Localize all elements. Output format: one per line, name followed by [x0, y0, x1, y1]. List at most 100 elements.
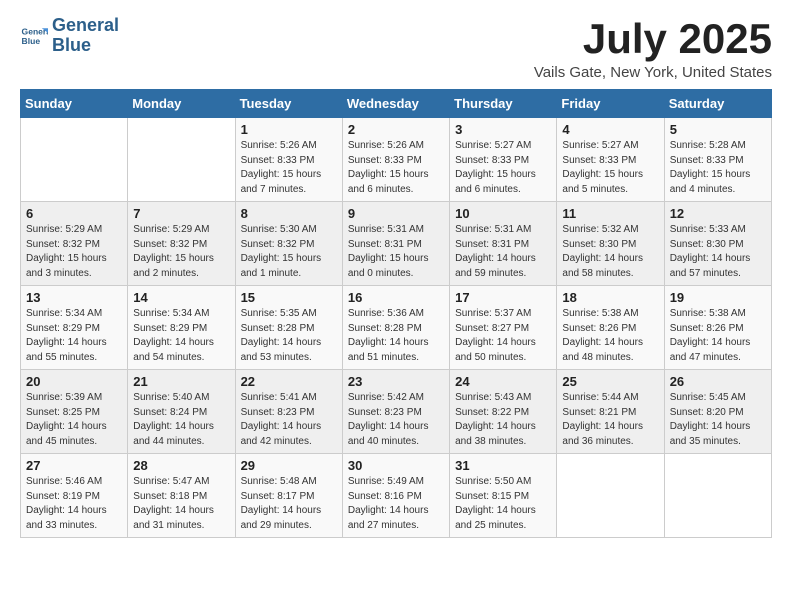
header-day-tuesday: Tuesday: [235, 90, 342, 118]
day-number: 20: [26, 374, 122, 389]
calendar-body: 1 Sunrise: 5:26 AM Sunset: 8:33 PM Daylig…: [21, 118, 772, 538]
day-info: Sunrise: 5:29 AM Sunset: 8:32 PM Dayligh…: [26, 223, 122, 281]
calendar-cell: 14 Sunrise: 5:34 AM Sunset: 8:29 PM Dayli…: [128, 286, 235, 370]
day-info: Sunrise: 5:27 AM Sunset: 8:33 PM Dayligh…: [562, 139, 658, 197]
header-day-sunday: Sunday: [21, 90, 128, 118]
day-info: Sunrise: 5:28 AM Sunset: 8:33 PM Dayligh…: [670, 139, 766, 197]
calendar-cell: 29 Sunrise: 5:48 AM Sunset: 8:17 PM Dayli…: [235, 454, 342, 538]
calendar-cell: 11 Sunrise: 5:32 AM Sunset: 8:30 PM Dayli…: [557, 202, 664, 286]
day-info: Sunrise: 5:42 AM Sunset: 8:23 PM Dayligh…: [348, 391, 444, 449]
calendar-table: SundayMondayTuesdayWednesdayThursdayFrid…: [20, 89, 772, 538]
page-header: General Blue General Blue July 2025 Vail…: [20, 16, 772, 81]
day-number: 10: [455, 206, 551, 221]
day-number: 21: [133, 374, 229, 389]
week-row-4: 20 Sunrise: 5:39 AM Sunset: 8:25 PM Dayli…: [21, 370, 772, 454]
location-text: Vails Gate, New York, United States: [534, 64, 772, 81]
day-number: 24: [455, 374, 551, 389]
day-number: 14: [133, 290, 229, 305]
day-info: Sunrise: 5:30 AM Sunset: 8:32 PM Dayligh…: [241, 223, 337, 281]
calendar-cell: 13Sunrise: 5:34 AM Sunset: 8:29 PM Dayli…: [21, 286, 128, 370]
day-number: 6: [26, 206, 122, 221]
day-number: 29: [241, 458, 337, 473]
calendar-cell: 2 Sunrise: 5:26 AM Sunset: 8:33 PM Daylig…: [342, 118, 449, 202]
calendar-cell: 31 Sunrise: 5:50 AM Sunset: 8:15 PM Dayli…: [450, 454, 557, 538]
header-day-monday: Monday: [128, 90, 235, 118]
calendar-cell: 4 Sunrise: 5:27 AM Sunset: 8:33 PM Daylig…: [557, 118, 664, 202]
day-info: Sunrise: 5:45 AM Sunset: 8:20 PM Dayligh…: [670, 391, 766, 449]
week-row-3: 13 Sunrise: 5:34 AM Sunset: 8:29 PM Dayli…: [21, 286, 772, 370]
title-block: July 2025 Vails Gate, New York, United S…: [534, 16, 772, 81]
calendar-cell: 26 Sunrise: 5:45 AM Sunset: 8:20 PM Dayli…: [664, 370, 771, 454]
day-number: 17: [455, 290, 551, 305]
day-number: 11: [562, 206, 658, 221]
calendar-cell: 18Sunrise: 5:38 AM Sunset: 8:26 PM Dayli…: [557, 286, 664, 370]
day-info: Sunrise: 5:26 AM Sunset: 8:33 PM Dayligh…: [241, 139, 337, 197]
day-number: 31: [455, 458, 551, 473]
day-info: Sunrise: 5:47 AM Sunset: 8:18 PM Dayligh…: [133, 475, 229, 533]
day-info: Sunrise: 5:31 AM Sunset: 8:31 PM Dayligh…: [348, 223, 444, 281]
calendar-cell: 16 Sunrise: 5:36 AM Sunset: 8:28 PM Dayli…: [342, 286, 449, 370]
week-row-5: 27 Sunrise: 5:46 AM Sunset: 8:19 PM Dayli…: [21, 454, 772, 538]
week-row-1: 1 Sunrise: 5:26 AM Sunset: 8:33 PM Daylig…: [21, 118, 772, 202]
day-info: Sunrise: 5:35 AM Sunset: 8:28 PM Dayligh…: [241, 307, 337, 365]
day-info: Sunrise: 5:26 AM Sunset: 8:33 PM Dayligh…: [348, 139, 444, 197]
day-number: 5: [670, 122, 766, 137]
svg-text:Blue: Blue: [22, 36, 41, 46]
calendar-cell: [664, 454, 771, 538]
svg-text:General: General: [22, 26, 48, 36]
day-number: 13: [26, 290, 122, 305]
day-number: 26: [670, 374, 766, 389]
day-info: Sunrise: 5:41 AM Sunset: 8:23 PM Dayligh…: [241, 391, 337, 449]
calendar-cell: 7Sunrise: 5:29 AM Sunset: 8:32 PM Daylig…: [128, 202, 235, 286]
day-info: Sunrise: 5:43 AM Sunset: 8:22 PM Dayligh…: [455, 391, 551, 449]
calendar-cell: 15Sunrise: 5:35 AM Sunset: 8:28 PM Dayli…: [235, 286, 342, 370]
logo-icon: General Blue: [20, 22, 48, 50]
calendar-cell: 1 Sunrise: 5:26 AM Sunset: 8:33 PM Daylig…: [235, 118, 342, 202]
calendar-cell: 30 Sunrise: 5:49 AM Sunset: 8:16 PM Dayli…: [342, 454, 449, 538]
week-row-2: 6 Sunrise: 5:29 AM Sunset: 8:32 PM Daylig…: [21, 202, 772, 286]
day-number: 28: [133, 458, 229, 473]
day-number: 27: [26, 458, 122, 473]
day-info: Sunrise: 5:37 AM Sunset: 8:27 PM Dayligh…: [455, 307, 551, 365]
logo-line1: General: [52, 15, 119, 35]
calendar-cell: 17 Sunrise: 5:37 AM Sunset: 8:27 PM Dayli…: [450, 286, 557, 370]
calendar-cell: 8 Sunrise: 5:30 AM Sunset: 8:32 PM Daylig…: [235, 202, 342, 286]
day-number: 8: [241, 206, 337, 221]
day-number: 9: [348, 206, 444, 221]
day-number: 30: [348, 458, 444, 473]
day-number: 4: [562, 122, 658, 137]
logo-line2: Blue: [52, 35, 91, 55]
day-number: 25: [562, 374, 658, 389]
logo: General Blue General Blue: [20, 16, 119, 56]
calendar-cell: 10 Sunrise: 5:31 AM Sunset: 8:31 PM Dayli…: [450, 202, 557, 286]
calendar-cell: 28 Sunrise: 5:47 AM Sunset: 8:18 PM Dayli…: [128, 454, 235, 538]
day-number: 2: [348, 122, 444, 137]
day-info: Sunrise: 5:40 AM Sunset: 8:24 PM Dayligh…: [133, 391, 229, 449]
day-info: Sunrise: 5:36 AM Sunset: 8:28 PM Dayligh…: [348, 307, 444, 365]
calendar-cell: 24 Sunrise: 5:43 AM Sunset: 8:22 PM Dayli…: [450, 370, 557, 454]
day-info: Sunrise: 5:32 AM Sunset: 8:30 PM Dayligh…: [562, 223, 658, 281]
day-number: 22: [241, 374, 337, 389]
day-number: 1: [241, 122, 337, 137]
day-number: 23: [348, 374, 444, 389]
calendar-cell: 21 Sunrise: 5:40 AM Sunset: 8:24 PM Dayli…: [128, 370, 235, 454]
day-info: Sunrise: 5:34 AM Sunset: 8:29 PM Dayligh…: [133, 307, 229, 365]
logo-text: General Blue: [52, 16, 119, 56]
day-info: Sunrise: 5:48 AM Sunset: 8:17 PM Dayligh…: [241, 475, 337, 533]
day-info: Sunrise: 5:49 AM Sunset: 8:16 PM Dayligh…: [348, 475, 444, 533]
calendar-cell: [128, 118, 235, 202]
day-info: Sunrise: 5:29 AM Sunset: 8:32 PM Dayligh…: [133, 223, 229, 281]
header-day-saturday: Saturday: [664, 90, 771, 118]
day-info: Sunrise: 5:46 AM Sunset: 8:19 PM Dayligh…: [26, 475, 122, 533]
calendar-cell: [557, 454, 664, 538]
day-number: 16: [348, 290, 444, 305]
calendar-cell: 25Sunrise: 5:44 AM Sunset: 8:21 PM Dayli…: [557, 370, 664, 454]
day-number: 19: [670, 290, 766, 305]
day-info: Sunrise: 5:39 AM Sunset: 8:25 PM Dayligh…: [26, 391, 122, 449]
calendar-cell: 23 Sunrise: 5:42 AM Sunset: 8:23 PM Dayli…: [342, 370, 449, 454]
calendar-cell: 6 Sunrise: 5:29 AM Sunset: 8:32 PM Daylig…: [21, 202, 128, 286]
day-info: Sunrise: 5:50 AM Sunset: 8:15 PM Dayligh…: [455, 475, 551, 533]
day-info: Sunrise: 5:31 AM Sunset: 8:31 PM Dayligh…: [455, 223, 551, 281]
calendar-cell: 9 Sunrise: 5:31 AM Sunset: 8:31 PM Daylig…: [342, 202, 449, 286]
day-number: 3: [455, 122, 551, 137]
